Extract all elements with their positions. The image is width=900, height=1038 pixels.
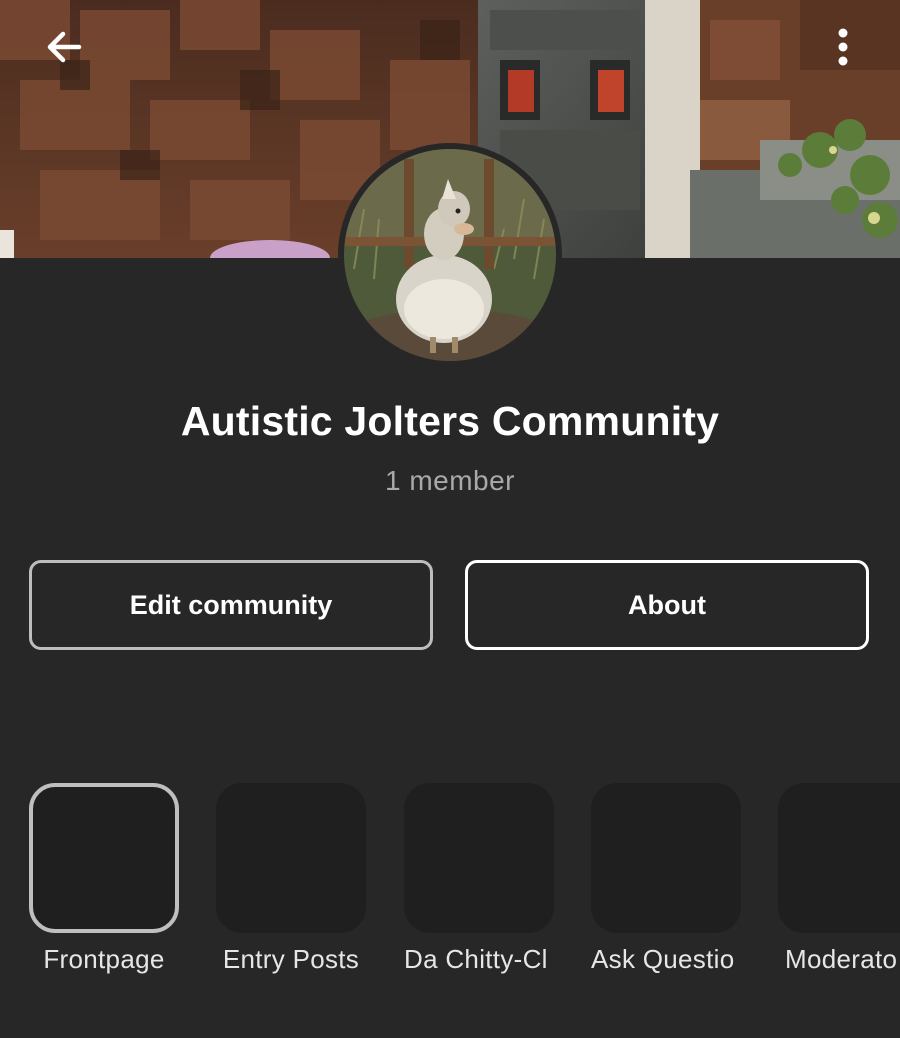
- about-button[interactable]: About: [465, 560, 869, 650]
- channel-tile-moderators[interactable]: Moderato: [778, 783, 900, 978]
- back-button[interactable]: [40, 22, 90, 72]
- community-avatar: [338, 143, 562, 367]
- community-screen: Autistic Jolters Community 1 member Edit…: [0, 0, 900, 1038]
- arrow-left-icon: [47, 31, 82, 63]
- channel-label: Moderato: [785, 944, 898, 974]
- channel-label: Frontpage: [43, 944, 165, 974]
- channel-label: Entry Posts: [222, 944, 360, 974]
- edit-community-button[interactable]: Edit community: [29, 560, 433, 650]
- channel-thumbnail: [216, 783, 366, 933]
- member-count: 1 member: [384, 465, 516, 496]
- channel-tile-da-chitty-chat[interactable]: Da Chitty-Cl: [404, 783, 554, 978]
- channel-thumbnail: [404, 783, 554, 933]
- channel-tile-ask-questions[interactable]: Ask Questio: [591, 783, 741, 978]
- channel-tile-entry-posts[interactable]: Entry Posts: [216, 783, 366, 978]
- channel-label: Da Chitty-Cl: [404, 944, 548, 974]
- more-options-button[interactable]: [818, 22, 868, 72]
- community-title: Autistic Jolters Community: [180, 398, 720, 444]
- channel-tile-frontpage[interactable]: Frontpage: [29, 783, 179, 978]
- channel-thumbnail: [29, 783, 179, 933]
- channel-thumbnail: [778, 783, 900, 933]
- channel-thumbnail: [591, 783, 741, 933]
- channel-label: Ask Questio: [591, 944, 735, 974]
- more-vertical-icon: [838, 28, 848, 66]
- channel-list: Frontpage Entry Posts Da Chitty-Cl Ask Q…: [0, 783, 900, 993]
- avatar-image: [344, 149, 556, 361]
